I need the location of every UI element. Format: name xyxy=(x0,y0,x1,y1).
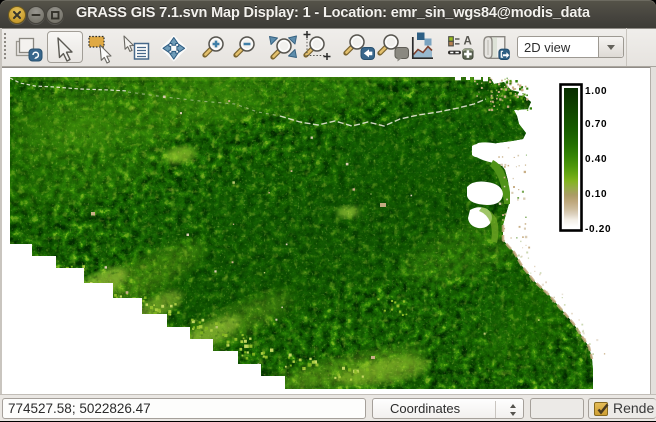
svg-text:1.00: 1.00 xyxy=(585,86,607,97)
svg-text:-0.20: -0.20 xyxy=(585,224,611,235)
svg-text:0.40: 0.40 xyxy=(585,154,607,165)
svg-text:A: A xyxy=(464,35,472,47)
svg-text:0.70: 0.70 xyxy=(585,119,607,130)
svg-text:0.10: 0.10 xyxy=(585,189,607,200)
